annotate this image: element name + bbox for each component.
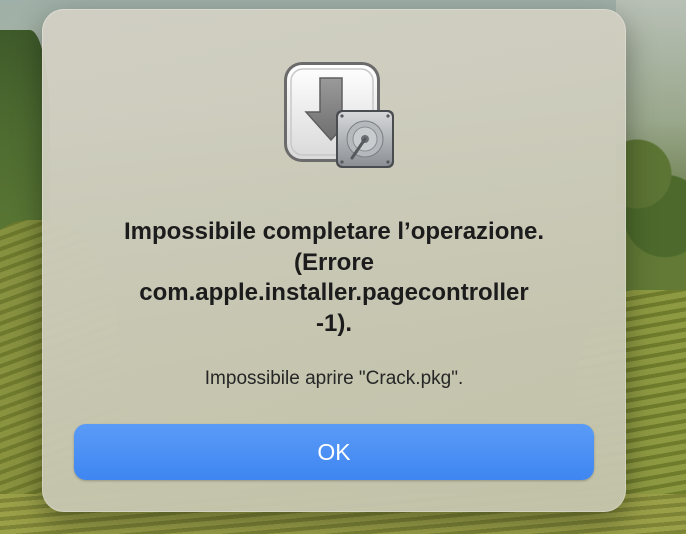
alert-message: Impossibile aprire "Crack.pkg".	[204, 368, 464, 389]
alert-dialog: Impossibile completare l’operazione. (Er…	[42, 9, 626, 512]
alert-title: Impossibile completare l’operazione. (Er…	[123, 218, 545, 337]
installer-disk-icon	[282, 60, 394, 172]
wallpaper-trees-right	[616, 90, 686, 300]
ok-button[interactable]: OK	[74, 424, 594, 480]
